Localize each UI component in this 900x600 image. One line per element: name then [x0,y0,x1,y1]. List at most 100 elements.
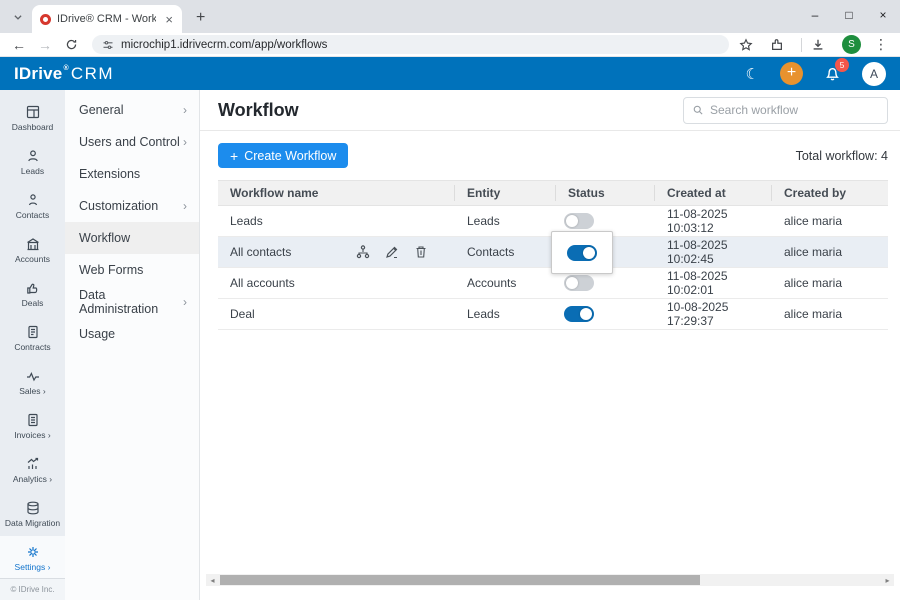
status-toggle[interactable] [567,245,597,261]
chevron-right-icon: › [183,135,187,149]
sidebar-item-label: Deals [22,298,44,308]
cell-created-by: alice maria [772,206,888,236]
new-tab-button[interactable]: + [190,9,211,27]
cell-created-by: alice maria [772,299,888,329]
logo-reg: ® [63,65,68,72]
cell-entity: Leads [455,299,556,329]
edit-icon[interactable] [384,244,400,260]
sidebar-item-accounts[interactable]: Accounts [0,228,65,272]
minimize-button[interactable]: – [798,0,832,30]
user-avatar[interactable]: A [862,62,886,86]
contacts-icon [25,192,41,208]
status-toggle[interactable] [564,213,594,229]
sidebar-item-invoices[interactable]: Invoices › [0,404,65,448]
cell-created-at: 11-08-2025 10:02:45 [655,237,772,267]
sidebar-item-label: Invoices › [14,430,50,440]
menu-item-data-administration[interactable]: Data Administration› [65,286,199,318]
browser-navbar: ← → microchip1.idrivecrm.com/app/workflo… [0,33,900,57]
sidebar-item-label: Dashboard [12,122,54,132]
sidebar-item-deals[interactable]: Deals [0,272,65,316]
scrollbar-thumb[interactable] [220,575,700,585]
url-text: microchip1.idrivecrm.com/app/workflows [121,39,327,51]
browser-menu-icon[interactable]: ⋮ [870,36,892,53]
total-workflow-count: Total workflow: 4 [796,149,888,163]
table-row[interactable]: DealLeads10-08-2025 17:29:37alice maria [218,299,888,330]
menu-item-label: Usage [79,327,115,341]
create-workflow-label: Create Workflow [244,149,336,163]
table-row[interactable]: All contactsContacts11-08-2025 10:02:45a… [218,237,888,268]
sidebar-item-contracts[interactable]: Contracts [0,316,65,360]
notifications-bell-icon[interactable]: 5 [824,65,841,82]
dark-mode-moon-icon[interactable]: ☾ [746,65,759,83]
accounts-icon [25,236,41,252]
sidebar-item-data-migration[interactable]: Data Migration [0,492,65,536]
browser-profile-avatar[interactable]: S [842,35,861,54]
column-header-status: Status [556,185,655,201]
horizontal-scrollbar[interactable]: ◂ ▸ [206,574,894,586]
hierarchy-icon[interactable] [355,244,371,260]
url-bar[interactable]: microchip1.idrivecrm.com/app/workflows [92,35,729,54]
logo-brand: IDrive [14,64,62,84]
tab-list-chevron-icon[interactable] [6,6,30,28]
forward-icon[interactable]: → [34,37,56,53]
settings-icon [25,544,41,560]
search-input[interactable] [710,103,879,117]
table-header: Workflow nameEntityStatusCreated atCreat… [218,180,888,206]
maximize-button[interactable]: □ [832,0,866,30]
sidebar-item-contacts[interactable]: Contacts [0,184,65,228]
search-box[interactable] [683,97,888,124]
sidebar-item-leads[interactable]: Leads [0,140,65,184]
quick-create-button[interactable]: + [780,62,803,85]
delete-icon[interactable] [413,244,429,260]
scroll-left-icon[interactable]: ◂ [208,576,217,585]
plus-icon: + [230,148,238,164]
browser-tab[interactable]: IDrive® CRM - Workflow × [32,5,182,33]
menu-item-general[interactable]: General› [65,94,199,126]
menu-item-label: Users and Control [79,135,180,149]
sidebar-item-label: Contracts [14,342,50,352]
divider [801,38,802,52]
tab-close-icon[interactable]: × [162,12,176,27]
site-info-icon[interactable] [102,39,114,51]
menu-item-customization[interactable]: Customization› [65,190,199,222]
menu-item-workflow[interactable]: Workflow [65,222,199,254]
menu-item-extensions[interactable]: Extensions [65,158,199,190]
sidebar-item-label: Data Migration [5,518,60,528]
menu-item-web-forms[interactable]: Web Forms [65,254,199,286]
cell-created-by: alice maria [772,268,888,298]
close-button[interactable]: × [866,0,900,30]
menu-item-users-and-control[interactable]: Users and Control› [65,126,199,158]
app-header: IDrive®CRM ☾ + 5 A [0,57,900,90]
menu-item-usage[interactable]: Usage [65,318,199,350]
extensions-icon[interactable] [770,38,792,52]
sidebar-item-settings[interactable]: Settings › [0,536,65,580]
status-toggle[interactable] [564,306,594,322]
sidebar-item-label: Accounts [15,254,50,264]
settings-submenu: General›Users and Control›ExtensionsCust… [65,90,200,600]
status-toggle[interactable] [564,275,594,291]
page-title: Workflow [218,100,299,121]
sidebar-item-analytics[interactable]: Analytics › [0,448,65,492]
copyright-text: © IDrive Inc. [0,578,65,600]
back-icon[interactable]: ← [8,37,30,53]
chevron-right-icon: › [183,199,187,213]
bookmark-star-icon[interactable] [739,38,761,52]
search-icon [692,104,704,116]
primary-sidebar: Dashboard LeadsContacts Accounts Deals Contr… [0,90,65,600]
reload-icon[interactable] [60,38,82,51]
cell-entity: Contacts [455,237,556,267]
workflow-table: Workflow nameEntityStatusCreated atCreat… [218,180,888,330]
cell-workflow-name: All accounts [218,268,455,298]
sidebar-item-sales[interactable]: Sales › [0,360,65,404]
sidebar-item-dashboard[interactable]: Dashboard [0,96,65,140]
toggle-highlight-box [551,231,613,274]
chevron-right-icon: › [183,295,187,309]
leads-icon [25,148,41,164]
download-icon[interactable] [811,38,833,52]
navbar-right: S ⋮ [739,35,892,54]
sidebar-item-label: Settings › [15,562,51,572]
scroll-right-icon[interactable]: ▸ [883,576,892,585]
window-controls: – □ × [798,0,900,30]
invoices-icon [25,412,41,428]
create-workflow-button[interactable]: + Create Workflow [218,143,348,168]
